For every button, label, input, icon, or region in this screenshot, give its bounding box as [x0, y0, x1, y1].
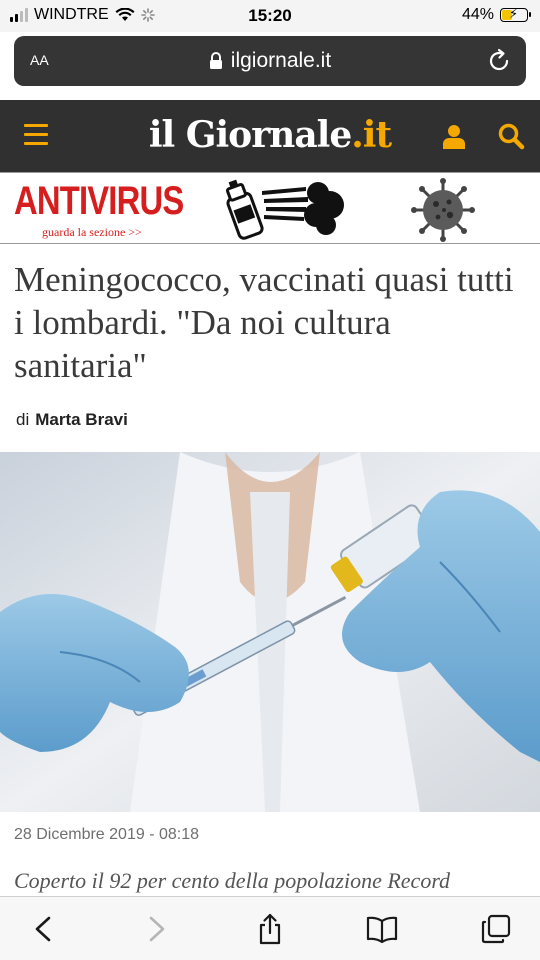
article-headline[interactable]: Meningococco, vaccinati quasi tutti i lo…	[14, 258, 529, 387]
back-icon[interactable]	[28, 913, 60, 945]
user-icon[interactable]	[440, 122, 468, 150]
url-text: ilgiornale.it	[230, 49, 332, 72]
address-bar[interactable]: AA ilgiornale.it	[14, 36, 526, 86]
status-bar: WINDTRE 15:20 44% ⚡	[0, 0, 540, 32]
article-photo	[0, 452, 540, 812]
author-name[interactable]: Marta Bravi	[35, 410, 128, 429]
browser-toolbar	[0, 896, 540, 960]
virus-icon	[411, 178, 475, 242]
status-right: 44% ⚡	[461, 6, 531, 24]
forward-icon[interactable]	[140, 913, 172, 945]
status-time: 15:20	[248, 6, 292, 25]
search-icon[interactable]	[497, 122, 525, 150]
article-lead: Coperto il 92 per cento della popolazion…	[14, 868, 451, 893]
antivirus-banner[interactable]: ANTIVIRUS guarda la sezione >>	[0, 172, 540, 244]
tabs-icon[interactable]	[480, 913, 512, 945]
article-byline: di Marta Bravi	[16, 410, 128, 429]
battery-percent: 44%	[461, 6, 494, 23]
charging-icon: ⚡	[509, 6, 519, 21]
url-display[interactable]: ilgiornale.it	[14, 49, 526, 73]
spray-can-icon	[225, 179, 344, 240]
lock-icon	[209, 52, 222, 70]
battery-icon: ⚡	[500, 6, 531, 22]
reload-icon[interactable]	[486, 48, 512, 74]
article-date: 28 Dicembre 2019 - 08:18	[14, 826, 199, 843]
banner-subtitle: guarda la sezione >>	[42, 225, 142, 239]
site-header: il Giornale.it	[0, 100, 540, 172]
share-icon[interactable]	[254, 913, 286, 945]
bookmarks-icon[interactable]	[366, 913, 398, 945]
banner-title: ANTIVIRUS	[14, 179, 184, 223]
